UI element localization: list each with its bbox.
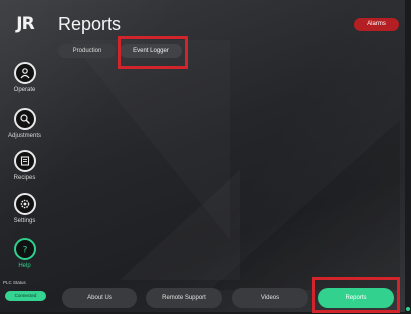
sidebar-item-label: Help: [18, 263, 31, 269]
sidebar-item-label: Recipes: [13, 175, 36, 181]
tab-event-logger[interactable]: Event Logger: [120, 44, 182, 58]
adjustments-icon: [13, 108, 36, 130]
about-us-button[interactable]: About Us: [62, 288, 137, 308]
sidebar-item-operate[interactable]: Operate: [0, 62, 49, 93]
svg-text:?: ?: [22, 245, 27, 255]
status-dot: [406, 307, 410, 311]
background-facet: [120, 170, 240, 280]
sidebar-item-adjustments[interactable]: Adjustments: [0, 108, 49, 139]
reports-button[interactable]: Reports: [318, 288, 394, 308]
sidebar-item-label: Operate: [13, 87, 36, 93]
remote-support-button[interactable]: Remote Support: [146, 288, 222, 308]
sidebar-item-recipes[interactable]: Recipes: [0, 150, 49, 181]
sidebar-item-help[interactable]: ? Help: [0, 238, 49, 269]
videos-button[interactable]: Videos: [232, 288, 308, 308]
operate-icon: [13, 62, 36, 84]
tab-production[interactable]: Production: [58, 44, 116, 58]
help-icon: ?: [13, 238, 36, 260]
app-logo: JR: [16, 14, 34, 34]
sidebar: JR Operate Adjustments Recipes Settings: [0, 0, 49, 312]
page-title: Reports: [58, 14, 122, 34]
alarms-button[interactable]: Alarms: [354, 18, 399, 31]
sidebar-item-label: Settings: [13, 218, 36, 224]
sidebar-item-label: Adjustments: [7, 133, 41, 139]
sidebar-item-settings[interactable]: Settings: [0, 193, 49, 224]
plc-status-badge: Connected: [5, 291, 46, 301]
settings-icon: [13, 193, 36, 215]
app-window: JR Operate Adjustments Recipes Settings: [0, 0, 405, 312]
recipes-icon: [13, 150, 36, 172]
plc-status-label: PLC Status: [3, 280, 26, 285]
